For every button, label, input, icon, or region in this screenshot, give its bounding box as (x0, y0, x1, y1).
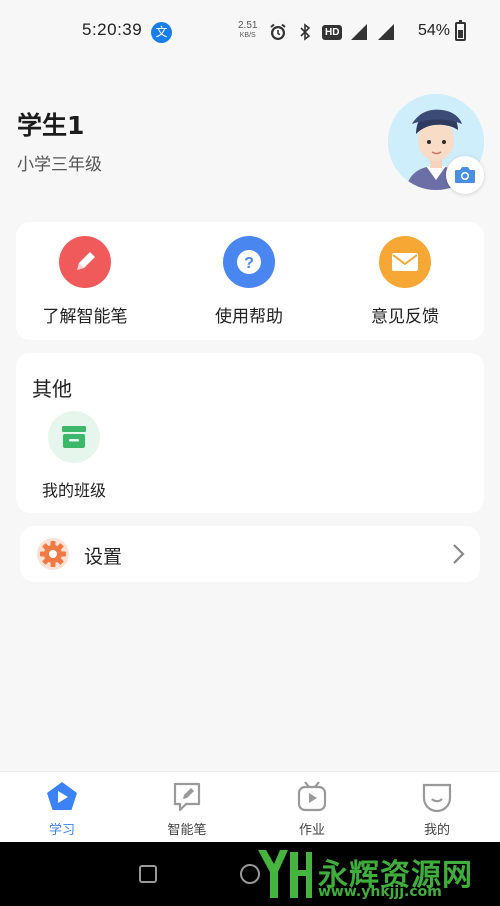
battery-icon (455, 20, 466, 41)
camera-icon (455, 167, 475, 183)
tab-mine[interactable]: 我的 (387, 780, 487, 838)
status-bar: 5:20:39 文 2.51 KB/S HD 54% (0, 0, 500, 64)
recent-apps-button[interactable] (139, 865, 157, 883)
tab-smart-pen[interactable]: 智能笔 (137, 780, 237, 838)
user-grade: 小学三年级 (17, 155, 102, 175)
tab-study[interactable]: 学习 (12, 780, 112, 838)
status-time: 5:20:39 (82, 20, 143, 39)
tab-homework[interactable]: 作业 (262, 780, 362, 838)
pencil-icon (59, 236, 111, 288)
settings-row[interactable]: 设置 (20, 526, 480, 582)
mail-icon (379, 236, 431, 288)
gear-icon (37, 538, 69, 570)
battery-percent: 54% (418, 22, 451, 39)
tab-label: 智能笔 (167, 823, 207, 838)
svg-text:?: ? (244, 255, 254, 272)
other-card: 其他 我的班级 (16, 353, 484, 513)
watermark-logo (258, 850, 312, 898)
hd-badge: HD (322, 24, 343, 40)
tool-label: 使用帮助 (215, 307, 283, 327)
chevron-right-icon (453, 544, 465, 564)
learn-smart-pen-button[interactable]: 了解智能笔 (20, 236, 150, 327)
quick-tools-card: 了解智能笔 ? 使用帮助 意见反馈 (16, 222, 484, 340)
my-class-button[interactable]: 我的班级 (32, 411, 116, 501)
signal-4g-icon-2 (378, 24, 395, 40)
tv-play-icon (297, 781, 327, 812)
watermark-url: www.yhkjjj.com (318, 884, 442, 900)
alarm-icon (270, 23, 286, 40)
settings-label: 设置 (84, 546, 123, 568)
tab-label: 作业 (298, 823, 325, 838)
question-icon: ? (223, 236, 275, 288)
network-speed-unit: KB/S (239, 32, 256, 39)
smile-face-icon (422, 783, 452, 813)
play-pentagon-icon (47, 782, 77, 810)
bottom-tab-bar: 学习 智能笔 作业 我的 (0, 771, 500, 842)
app-notification-icon: 文 (151, 22, 172, 43)
tab-label: 我的 (423, 823, 450, 838)
change-avatar-button[interactable] (446, 156, 484, 194)
class-box-icon (48, 411, 100, 463)
feedback-button[interactable]: 意见反馈 (340, 236, 470, 327)
pen-note-icon (173, 782, 201, 812)
user-name: 学生1 (17, 111, 85, 140)
my-class-label: 我的班级 (41, 481, 106, 500)
status-icons: HD (268, 22, 396, 42)
network-speed-value: 2.51 (238, 20, 258, 31)
bluetooth-vibrate-icon (300, 23, 311, 41)
signal-4g-icon (351, 24, 368, 40)
section-title: 其他 (32, 377, 72, 401)
tool-label: 意见反馈 (371, 307, 439, 327)
tool-label: 了解智能笔 (42, 307, 128, 327)
usage-help-button[interactable]: ? 使用帮助 (184, 236, 314, 327)
network-speed: 2.51 KB/S (238, 21, 257, 41)
tab-label: 学习 (48, 823, 75, 838)
